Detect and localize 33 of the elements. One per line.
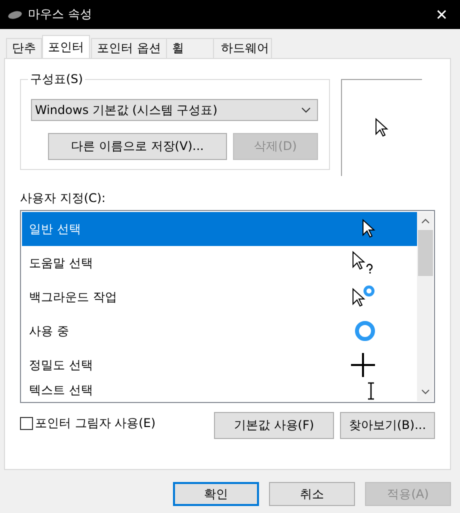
list-label: 사용자 지정(C): [20,190,107,206]
group-label: 구성표(S) [28,71,85,88]
chevron-down-icon [301,107,311,113]
text-cursor-icon [366,382,376,400]
crosshair-icon [350,352,376,378]
arrow-cursor-icon [375,118,389,138]
scroll-up-icon[interactable] [420,218,430,224]
scheme-dropdown[interactable]: Windows 기본값 (시스템 구성표) [31,99,318,121]
dialog-button[interactable]: 취소 [269,482,355,506]
list-item[interactable]: 텍스트 선택 [22,382,417,402]
list-item[interactable]: 정밀도 선택 [22,348,417,382]
shadow-checkbox[interactable] [20,416,33,430]
scrollbar-thumb[interactable] [418,230,432,276]
mouse-icon [8,10,22,18]
tab[interactable]: 포인터 옵션 [91,38,167,58]
tab[interactable]: 단추 [6,38,42,58]
dialog-button[interactable]: 확인 [173,482,259,506]
arrow-cursor-icon [362,219,376,239]
scroll-down-icon[interactable] [420,389,430,395]
list-button[interactable]: 찾아보기(B)... [340,412,435,439]
list-item[interactable]: 사용 중 [22,314,417,348]
list-button[interactable]: 기본값 사용(F) [214,412,334,439]
working-cursor-icon [352,285,376,309]
busy-ring-icon [354,320,376,342]
list-item[interactable]: 도움말 선택 [22,246,417,280]
close-button[interactable]: ✕ [431,6,452,24]
list-item[interactable]: 일반 선택 [22,212,417,246]
checkbox-label: 포인터 그림자 사용(E) [35,414,156,432]
tab[interactable]: 하드웨어 [212,38,272,58]
window-title: 마우스 속성 [28,6,93,23]
scheme-button[interactable]: 다른 이름으로 저장(V)... [48,133,227,160]
tab[interactable]: 포인터 [42,35,90,58]
list-item[interactable]: 백그라운드 작업 [22,280,417,314]
